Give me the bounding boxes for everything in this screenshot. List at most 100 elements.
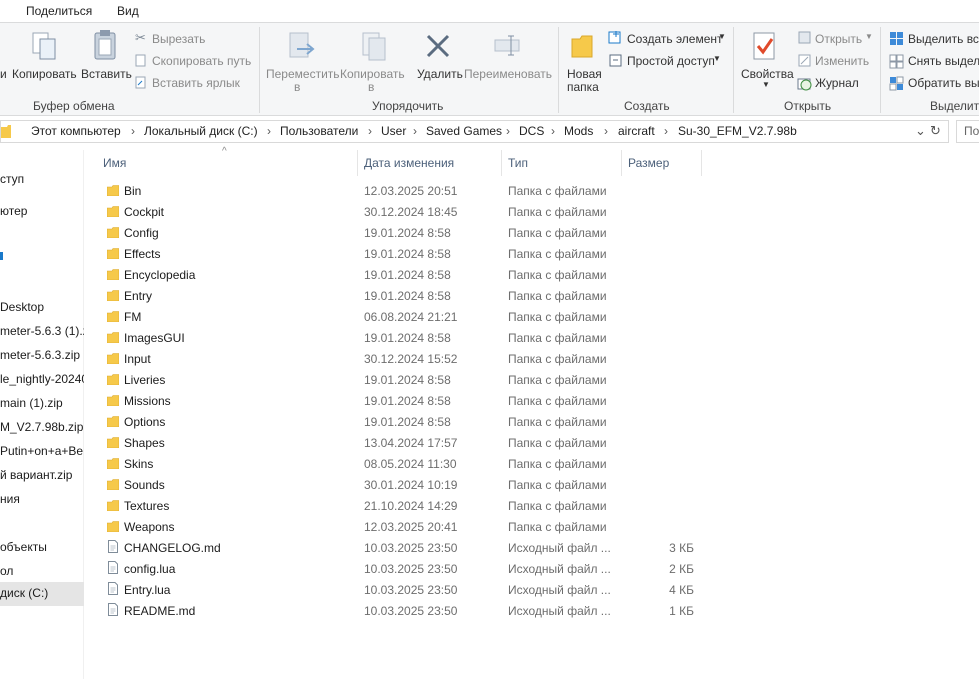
breadcrumb-user[interactable]: User (381, 124, 406, 138)
address-bar[interactable]: Этот компьютер › Локальный диск (C:) › П… (0, 120, 949, 143)
file-row[interactable]: Entry.lua 10.03.2025 23:50 Исходный файл .… (100, 580, 700, 601)
tab-share[interactable]: Поделиться (26, 4, 92, 18)
breadcrumb-this-pc[interactable]: Этот компьютер (31, 124, 121, 138)
file-row[interactable]: Options 19.01.2024 8:58 Папка с файлами (100, 412, 700, 433)
column-header-type[interactable]: Тип (508, 156, 528, 170)
copy-path-button[interactable]: Скопировать путь (152, 54, 251, 68)
chevron-down-icon[interactable]: ▼ (718, 32, 726, 41)
file-row[interactable]: Effects 19.01.2024 8:58 Папка с файлами (100, 244, 700, 265)
file-row[interactable]: CHANGELOG.md 10.03.2025 23:50 Исходный фай… (100, 538, 700, 559)
file-row[interactable]: Encyclopedia 19.01.2024 8:58 Папка с файла… (100, 265, 700, 286)
file-row[interactable]: Config 19.01.2024 8:58 Папка с файлами (100, 223, 700, 244)
file-row[interactable]: Skins 08.05.2024 11:30 Папка с файлами (100, 454, 700, 475)
ribbon-tabs: Поделиться Вид (0, 0, 979, 22)
breadcrumb-mods[interactable]: Mods (564, 124, 593, 138)
cut-button[interactable]: Вырезать (152, 32, 205, 46)
chevron-down-icon[interactable]: ▼ (865, 32, 873, 41)
history-button[interactable]: Журнал (815, 76, 859, 90)
nav-item[interactable]: meter-5.6.3 (1).zip (0, 320, 84, 342)
nav-item[interactable]: le_nightly-20240 (0, 368, 84, 390)
move-to-button[interactable]: Переместить (266, 67, 340, 81)
file-row[interactable]: Cockpit 30.12.2024 18:45 Папка с файлами (100, 202, 700, 223)
edit-button[interactable]: Изменить (815, 54, 869, 68)
file-row[interactable]: Shapes 13.04.2024 17:57 Папка с файлами (100, 433, 700, 454)
open-button[interactable]: Открыть (815, 32, 862, 46)
column-divider[interactable] (357, 150, 358, 176)
refresh-icon[interactable]: ↻ (930, 123, 941, 139)
nav-item[interactable]: ол (0, 560, 84, 582)
pin-button-label[interactable]: и (0, 67, 7, 81)
copy-button[interactable]: Копировать (12, 67, 77, 81)
select-all-button[interactable]: Выделить все (908, 32, 979, 46)
breadcrumb-chevron-icon[interactable]: › (664, 124, 668, 138)
file-type: Папка с файлами (508, 415, 607, 429)
paste-button[interactable]: Вставить (81, 67, 132, 81)
breadcrumb-chevron-icon[interactable]: › (506, 124, 510, 138)
breadcrumb-local-disk[interactable]: Локальный диск (C:) (144, 124, 258, 138)
folder-icon (107, 269, 119, 280)
nav-item[interactable]: main (1).zip (0, 392, 84, 414)
new-folder-icon (571, 35, 593, 58)
nav-item[interactable]: Putin+on+a+Be (0, 440, 84, 462)
invert-selection-button[interactable]: Обратить выд (908, 76, 979, 90)
file-row[interactable]: Sounds 30.01.2024 10:19 Папка с файлами (100, 475, 700, 496)
file-row[interactable]: ImagesGUI 19.01.2024 8:58 Папка с файлами (100, 328, 700, 349)
breadcrumb-users[interactable]: Пользователи (280, 124, 358, 138)
tab-view[interactable]: Вид (117, 4, 139, 18)
file-row[interactable]: Missions 19.01.2024 8:58 Папка с файлами (100, 391, 700, 412)
breadcrumb-saved-games[interactable]: Saved Games (426, 124, 502, 138)
column-divider[interactable] (501, 150, 502, 176)
file-type: Папка с файлами (508, 352, 607, 366)
file-row[interactable]: Entry 19.01.2024 8:58 Папка с файлами (100, 286, 700, 307)
chevron-down-icon[interactable]: ⌄ (915, 123, 926, 139)
chevron-down-icon[interactable]: ▼ (762, 80, 770, 89)
breadcrumb-current-folder[interactable]: Su-30_EFM_V2.7.98b (678, 124, 797, 138)
breadcrumb-chevron-icon[interactable]: › (368, 124, 372, 138)
chevron-down-icon[interactable]: ▼ (713, 54, 721, 63)
breadcrumb-chevron-icon[interactable]: › (604, 124, 608, 138)
nav-item-desktop[interactable]: Desktop (0, 296, 84, 318)
breadcrumb-chevron-icon[interactable]: › (551, 124, 555, 138)
nav-item[interactable]: й вариант.zip (0, 464, 84, 486)
delete-button[interactable]: Удалить (417, 67, 463, 81)
rename-button[interactable]: Переименовать (464, 67, 552, 81)
breadcrumb-chevron-icon[interactable]: › (131, 124, 135, 138)
column-header-size[interactable]: Размер (628, 156, 669, 170)
nav-item[interactable]: объекты (0, 536, 84, 558)
nav-item[interactable]: M_V2.7.98b.zip (0, 416, 84, 438)
nav-item[interactable]: ступ (0, 168, 84, 190)
copy-to-button[interactable]: Копировать (340, 67, 405, 81)
column-divider[interactable] (621, 150, 622, 176)
breadcrumb-chevron-icon[interactable]: › (413, 124, 417, 138)
ribbon-separator (558, 27, 559, 113)
paste-shortcut-button[interactable]: Вставить ярлык (152, 76, 240, 90)
nav-item[interactable]: ния (0, 488, 84, 510)
column-header-name[interactable]: Имя (103, 156, 126, 170)
file-name: Effects (124, 247, 161, 261)
file-size: 4 КБ (669, 583, 694, 597)
folder-icon (107, 290, 119, 301)
file-row[interactable]: FM 06.08.2024 21:21 Папка с файлами (100, 307, 700, 328)
properties-button[interactable]: Свойства (741, 67, 794, 81)
file-row[interactable]: Bin 12.03.2025 20:51 Папка с файлами (100, 181, 700, 202)
file-row[interactable]: config.lua 10.03.2025 23:50 Исходный файл … (100, 559, 700, 580)
file-row[interactable]: Weapons 12.03.2025 20:41 Папка с файлами (100, 517, 700, 538)
column-divider[interactable] (701, 150, 702, 176)
search-input[interactable]: По (956, 120, 979, 143)
file-row[interactable]: Textures 21.10.2024 14:29 Папка с файлами (100, 496, 700, 517)
breadcrumb-chevron-icon[interactable]: › (267, 124, 271, 138)
nav-item-local-disk[interactable]: диск (C:) (0, 582, 84, 606)
breadcrumb-aircraft[interactable]: aircraft (618, 124, 655, 138)
nav-item[interactable]: meter-5.6.3.zip (0, 344, 84, 366)
breadcrumb-dcs[interactable]: DCS (519, 124, 544, 138)
file-row[interactable]: Input 30.12.2024 15:52 Папка с файлами (100, 349, 700, 370)
nav-item[interactable]: ютер (0, 200, 84, 222)
new-item-button[interactable]: Создать элемент (627, 32, 723, 46)
copy-to-sub: в (368, 80, 375, 94)
file-row[interactable]: README.md 10.03.2025 23:50 Исходный файл .… (100, 601, 700, 622)
file-row[interactable]: Liveries 19.01.2024 8:58 Папка с файлами (100, 370, 700, 391)
easy-access-button[interactable]: Простой доступ (627, 54, 715, 68)
select-none-button[interactable]: Снять выделе (908, 54, 979, 68)
column-header-date[interactable]: Дата изменения (364, 156, 454, 170)
new-folder-button[interactable]: Новая (567, 67, 602, 81)
